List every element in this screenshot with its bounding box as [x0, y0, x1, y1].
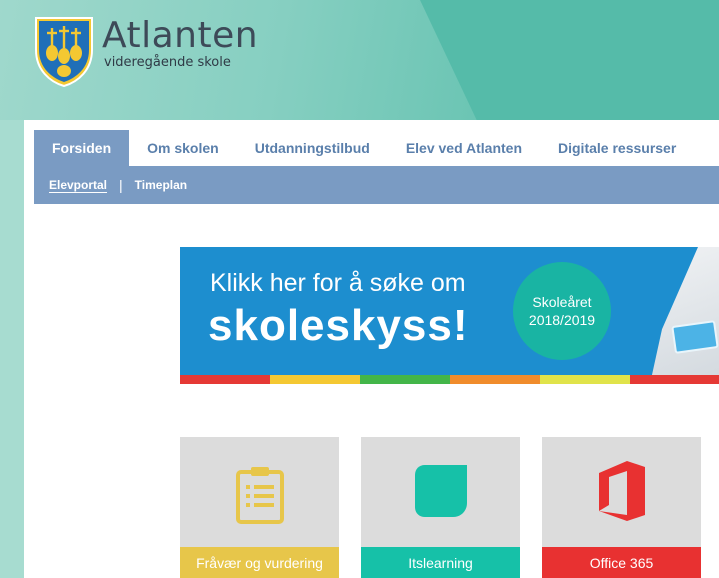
tile-label: Itslearning — [361, 547, 520, 578]
skoleskyss-banner[interactable]: Klikk her for å søke om skoleskyss! Skol… — [180, 247, 719, 384]
tile-fravaer[interactable]: Fråvær og vurdering — [180, 437, 339, 578]
tile-label: Fråvær og vurdering — [180, 547, 339, 578]
banner-stripe — [450, 375, 540, 384]
banner-stripe — [180, 375, 270, 384]
tab-forsiden[interactable]: Forsiden — [34, 130, 130, 166]
site-title: Atlanten — [102, 15, 259, 56]
badge-label: Skoleåret — [532, 294, 592, 310]
tab-om-skolen[interactable]: Om skolen — [129, 130, 237, 166]
tile-itslearning[interactable]: Itslearning — [361, 437, 520, 578]
tile-office365[interactable]: Office 365 — [542, 437, 701, 578]
banner-stripe — [270, 375, 360, 384]
itslearning-icon — [414, 465, 467, 517]
banner-photo — [650, 247, 719, 384]
coat-of-arms-icon — [35, 17, 93, 88]
tab-elev-ved-atlanten[interactable]: Elev ved Atlanten — [388, 130, 540, 166]
subnav-separator: | — [119, 177, 123, 193]
sub-nav: Elevportal | Timeplan — [34, 166, 719, 204]
subnav-item-elevportal[interactable]: Elevportal — [49, 178, 107, 192]
banner-stripe — [540, 375, 630, 384]
tile-label: Office 365 — [542, 547, 701, 578]
tab-digitale-ressurser[interactable]: Digitale ressurser — [540, 130, 694, 166]
badge-year: 2018/2019 — [528, 312, 596, 328]
banner-stripe — [630, 375, 719, 384]
banner-stripe — [360, 375, 450, 384]
clipboard-icon — [235, 467, 284, 524]
banner-headline: Klikk her for å søke om — [210, 269, 466, 297]
site-subtitle: videregående skole — [104, 55, 231, 70]
main-nav: Forsiden Om skolen Utdanningstilbud Elev… — [34, 130, 719, 166]
side-strip — [0, 120, 24, 578]
banner-title: skoleskyss! — [208, 301, 469, 350]
subnav-item-timeplan[interactable]: Timeplan — [135, 178, 187, 192]
office-icon — [598, 461, 645, 521]
tab-utdanningstilbud[interactable]: Utdanningstilbud — [237, 130, 388, 166]
main-panel: Forsiden Om skolen Utdanningstilbud Elev… — [24, 120, 719, 578]
site-logo[interactable]: Atlanten videregående skole — [34, 16, 258, 88]
school-year-badge: Skoleåret 2018/2019 — [513, 262, 611, 360]
